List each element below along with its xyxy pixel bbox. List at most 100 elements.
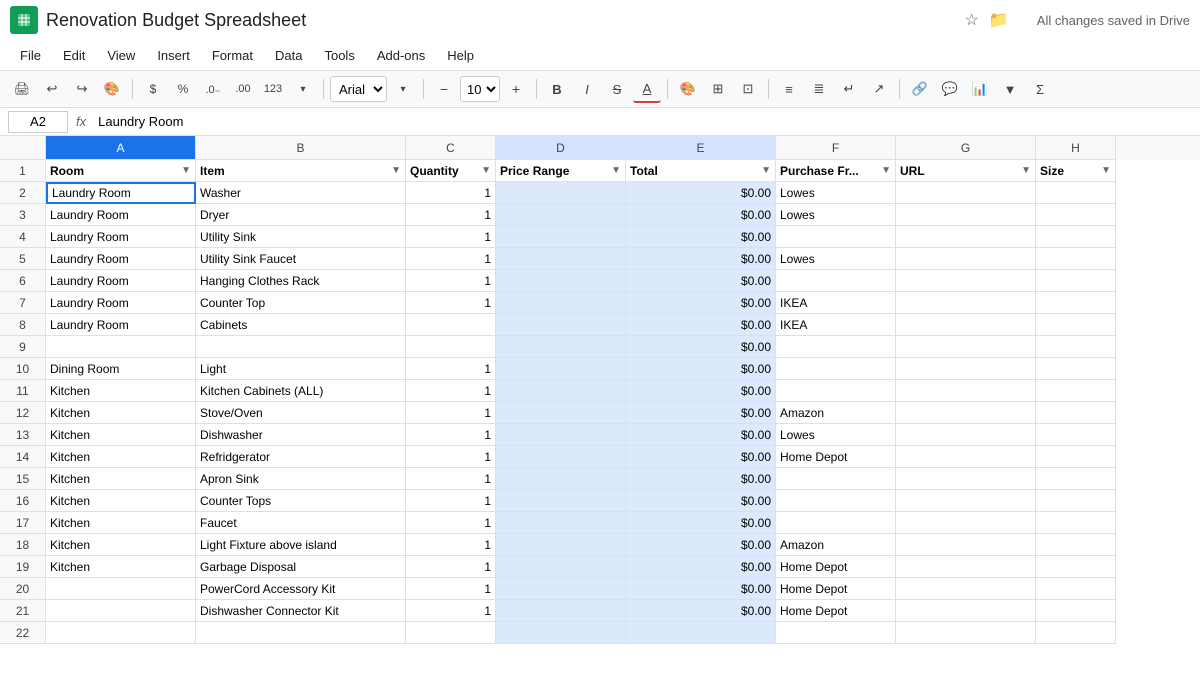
row-num-13[interactable]: 13 xyxy=(0,424,46,446)
decimal-dec-btn[interactable]: .0₋ xyxy=(199,75,227,103)
cell-item[interactable]: Stove/Oven xyxy=(196,402,406,424)
cell-size[interactable] xyxy=(1036,270,1116,292)
cell-url[interactable] xyxy=(896,380,1036,402)
percent-btn[interactable]: % xyxy=(169,75,197,103)
cell-item[interactable]: Garbage Disposal xyxy=(196,556,406,578)
cell-total[interactable] xyxy=(626,622,776,644)
cell-url[interactable] xyxy=(896,534,1036,556)
cell-from[interactable] xyxy=(776,270,896,292)
font-dropdown[interactable]: ▾ xyxy=(389,75,417,103)
cell-item[interactable]: Washer xyxy=(196,182,406,204)
cell-item[interactable]: Light Fixture above island xyxy=(196,534,406,556)
print-btn[interactable]: 🖨 xyxy=(8,75,36,103)
cell-qty[interactable] xyxy=(406,336,496,358)
cell-size[interactable] xyxy=(1036,424,1116,446)
cell-room[interactable]: Kitchen xyxy=(46,534,196,556)
cell-qty[interactable]: 1 xyxy=(406,446,496,468)
merge-btn[interactable]: ⊡ xyxy=(734,75,762,103)
cell-qty[interactable]: 1 xyxy=(406,512,496,534)
row-num-20[interactable]: 20 xyxy=(0,578,46,600)
align-center-btn[interactable]: ≣ xyxy=(805,75,833,103)
cell-item[interactable]: PowerCord Accessory Kit xyxy=(196,578,406,600)
cell-c1[interactable]: Quantity ▼ xyxy=(406,160,496,182)
row-num-11[interactable]: 11 xyxy=(0,380,46,402)
cell-from[interactable]: IKEA xyxy=(776,314,896,336)
undo-btn[interactable]: ↩ xyxy=(38,75,66,103)
cell-total[interactable]: $0.00 xyxy=(626,380,776,402)
cell-price[interactable] xyxy=(496,182,626,204)
chart-btn[interactable]: 📊 xyxy=(966,75,994,103)
cell-qty[interactable]: 1 xyxy=(406,358,496,380)
cell-g1[interactable]: URL ▼ xyxy=(896,160,1036,182)
cell-room[interactable]: Kitchen xyxy=(46,446,196,468)
cell-total[interactable]: $0.00 xyxy=(626,446,776,468)
cell-url[interactable] xyxy=(896,578,1036,600)
menu-help[interactable]: Help xyxy=(437,44,484,67)
cell-total[interactable]: $0.00 xyxy=(626,424,776,446)
row-num-9[interactable]: 9 xyxy=(0,336,46,358)
cell-from[interactable] xyxy=(776,358,896,380)
cell-from[interactable]: Lowes xyxy=(776,204,896,226)
cell-item[interactable]: Dishwasher Connector Kit xyxy=(196,600,406,622)
cell-d1[interactable]: Price Range ▼ xyxy=(496,160,626,182)
cell-total[interactable]: $0.00 xyxy=(626,600,776,622)
cell-room[interactable]: Laundry Room xyxy=(46,248,196,270)
cell-price[interactable] xyxy=(496,292,626,314)
cell-room[interactable] xyxy=(46,578,196,600)
cell-item[interactable]: Faucet xyxy=(196,512,406,534)
filter-icon-g[interactable]: ▼ xyxy=(1021,165,1031,176)
cell-item[interactable]: Apron Sink xyxy=(196,468,406,490)
folder-icon[interactable]: 📁 xyxy=(989,10,1009,30)
decimal-inc-btn[interactable]: .00 xyxy=(229,75,257,103)
filter-icon-h[interactable]: ▼ xyxy=(1101,165,1111,176)
cell-from[interactable]: Home Depot xyxy=(776,556,896,578)
cell-size[interactable] xyxy=(1036,358,1116,380)
cell-item[interactable]: Refridgerator xyxy=(196,446,406,468)
row-num-12[interactable]: 12 xyxy=(0,402,46,424)
cell-total[interactable]: $0.00 xyxy=(626,490,776,512)
cell-qty[interactable]: 1 xyxy=(406,182,496,204)
format-num-btn[interactable]: 123 xyxy=(259,75,287,103)
formula-input[interactable] xyxy=(94,111,1192,133)
cell-qty[interactable] xyxy=(406,622,496,644)
cell-url[interactable] xyxy=(896,204,1036,226)
cell-total[interactable]: $0.00 xyxy=(626,226,776,248)
cell-url[interactable] xyxy=(896,556,1036,578)
cell-f1[interactable]: Purchase Fr... ▼ xyxy=(776,160,896,182)
cell-a1[interactable]: Room ▼ xyxy=(46,160,196,182)
menu-view[interactable]: View xyxy=(97,44,145,67)
cell-from[interactable]: Home Depot xyxy=(776,578,896,600)
cell-size[interactable] xyxy=(1036,578,1116,600)
cell-item[interactable]: Utility Sink Faucet xyxy=(196,248,406,270)
cell-room[interactable]: Kitchen xyxy=(46,424,196,446)
cell-from[interactable]: Lowes xyxy=(776,182,896,204)
cell-item[interactable]: Counter Tops xyxy=(196,490,406,512)
row-num-8[interactable]: 8 xyxy=(0,314,46,336)
cell-price[interactable] xyxy=(496,402,626,424)
cell-e1[interactable]: Total ▼ xyxy=(626,160,776,182)
cell-price[interactable] xyxy=(496,578,626,600)
cell-from[interactable]: Home Depot xyxy=(776,600,896,622)
cell-url[interactable] xyxy=(896,622,1036,644)
cell-url[interactable] xyxy=(896,490,1036,512)
cell-room[interactable]: Laundry Room xyxy=(46,182,196,204)
cell-total[interactable]: $0.00 xyxy=(626,182,776,204)
filter-icon-f[interactable]: ▼ xyxy=(881,165,891,176)
cell-size[interactable] xyxy=(1036,534,1116,556)
cell-from[interactable]: Lowes xyxy=(776,424,896,446)
cell-qty[interactable]: 1 xyxy=(406,270,496,292)
cell-price[interactable] xyxy=(496,556,626,578)
cell-size[interactable] xyxy=(1036,490,1116,512)
cell-reference-input[interactable] xyxy=(8,111,68,133)
row-num-7[interactable]: 7 xyxy=(0,292,46,314)
cell-from[interactable] xyxy=(776,622,896,644)
cell-from[interactable]: Amazon xyxy=(776,534,896,556)
col-header-g[interactable]: G xyxy=(896,136,1036,160)
row-num-3[interactable]: 3 xyxy=(0,204,46,226)
rotate-btn[interactable]: ↗ xyxy=(865,75,893,103)
paint-format-btn[interactable]: 🎨 xyxy=(98,75,126,103)
strikethrough-btn[interactable]: S xyxy=(603,75,631,103)
cell-qty[interactable] xyxy=(406,314,496,336)
filter-icon-e[interactable]: ▼ xyxy=(761,165,771,176)
filter-btn[interactable]: ▼ xyxy=(996,75,1024,103)
